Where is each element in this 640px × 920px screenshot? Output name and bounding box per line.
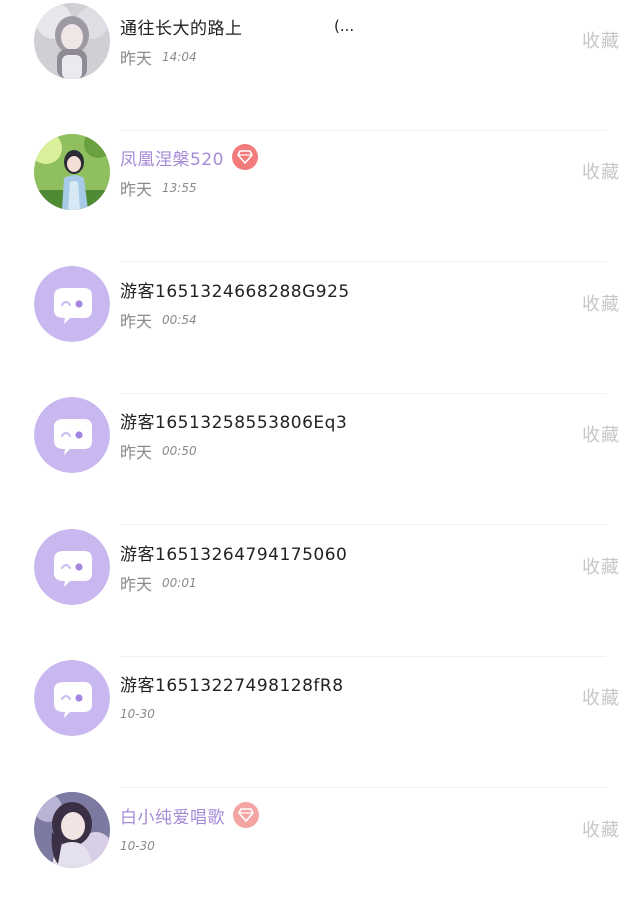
guest-chat-icon[interactable] — [34, 266, 110, 342]
avatar[interactable] — [34, 792, 110, 868]
list-item[interactable]: 游客16513227498128fR8 10-30 收藏 — [0, 657, 640, 788]
time-label: 00:50 — [162, 444, 197, 458]
guest-chat-icon[interactable] — [34, 397, 110, 473]
date-label: 10-30 — [120, 839, 155, 853]
time-label: 00:54 — [162, 313, 197, 327]
collect-button[interactable]: 收藏 — [582, 27, 620, 53]
timestamp: 10-30 — [120, 834, 155, 858]
list-item[interactable]: 游客1651324668288G925 昨天 00:54 收藏 — [0, 263, 640, 394]
divider — [120, 787, 606, 788]
avatar[interactable] — [34, 3, 110, 79]
user-name: 白小纯爱唱歌 — [120, 807, 225, 828]
date-label: 10-30 — [120, 707, 155, 721]
collect-button[interactable]: 收藏 — [582, 158, 620, 184]
collect-button[interactable]: 收藏 — [582, 684, 620, 710]
timestamp: 10-30 — [120, 702, 155, 726]
date-label: 昨天 — [120, 312, 153, 331]
vip-diamond-icon — [233, 802, 259, 828]
timestamp: 昨天 00:54 — [120, 308, 197, 332]
user-name: 通往长大的路上 — [120, 18, 243, 39]
collect-button[interactable]: 收藏 — [582, 553, 620, 579]
guest-chat-icon[interactable] — [34, 660, 110, 736]
list-item[interactable]: 白小纯爱唱歌 10-30 收藏 — [0, 789, 640, 920]
divider — [120, 524, 606, 525]
date-label: 昨天 — [120, 49, 153, 68]
time-label: 14:04 — [162, 50, 197, 64]
user-name: 游客16513264794175060 — [120, 544, 348, 565]
list-item[interactable]: 凤凰涅槃520 昨天 13:55 收藏 — [0, 131, 640, 262]
timestamp: 昨天 00:01 — [120, 571, 197, 595]
avatar[interactable] — [34, 134, 110, 210]
list-item[interactable]: 游客16513258553806Eq3 昨天 00:50 收藏 — [0, 394, 640, 525]
name-line: 白小纯爱唱歌 — [120, 799, 259, 831]
name-line: 游客16513264794175060 — [120, 536, 347, 568]
time-label: 13:55 — [162, 181, 197, 195]
name-line: 通往长大的路上 — [120, 10, 243, 42]
divider — [120, 261, 606, 262]
user-name: 游客16513258553806Eq3 — [120, 412, 348, 433]
vip-diamond-icon — [231, 144, 258, 170]
date-label: 昨天 — [120, 443, 153, 462]
time-label: 00:01 — [162, 576, 197, 590]
timestamp: 昨天 13:55 — [120, 176, 197, 200]
collect-button[interactable]: 收藏 — [582, 816, 620, 842]
collect-button[interactable]: 收藏 — [582, 290, 620, 316]
list-item[interactable]: 游客16513264794175060 昨天 00:01 收藏 — [0, 526, 640, 657]
name-line: 凤凰涅槃520 — [120, 141, 258, 173]
timestamp: 昨天 14:04 — [120, 45, 197, 69]
timestamp: 昨天 00:50 — [120, 439, 197, 463]
favorites-list: 通往长大的路上 (... 昨天 14:04 收藏 凤凰涅槃520 昨天 13:5… — [0, 0, 640, 896]
date-label: 昨天 — [120, 180, 153, 199]
date-label: 昨天 — [120, 575, 153, 594]
guest-chat-icon[interactable] — [34, 529, 110, 605]
list-item[interactable]: 通往长大的路上 (... 昨天 14:04 收藏 — [0, 0, 640, 131]
name-line: 游客1651324668288G925 — [120, 273, 350, 305]
name-line: 游客16513227498128fR8 — [120, 667, 344, 699]
user-name: 游客16513227498128fR8 — [120, 675, 344, 696]
user-name: 凤凰涅槃520 — [120, 149, 224, 170]
name-line: 游客16513258553806Eq3 — [120, 404, 347, 436]
user-name: 游客1651324668288G925 — [120, 281, 350, 302]
name-ellipsis: (... — [334, 17, 355, 35]
collect-button[interactable]: 收藏 — [582, 421, 620, 447]
